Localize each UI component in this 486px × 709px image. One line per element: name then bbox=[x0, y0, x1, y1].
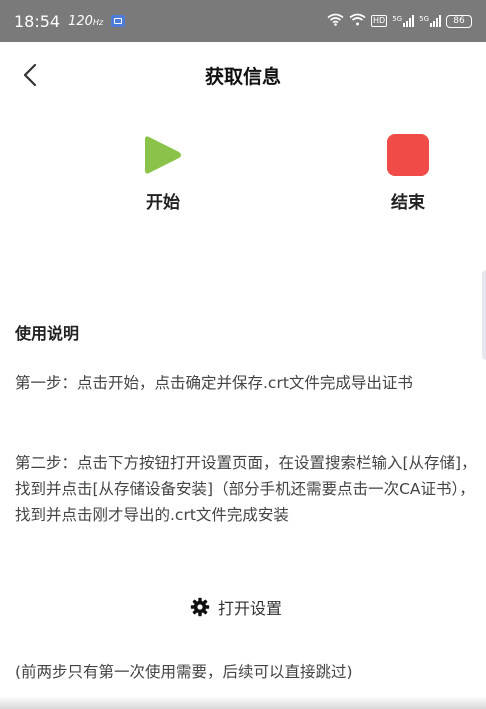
gear-icon bbox=[190, 597, 210, 617]
back-button[interactable] bbox=[12, 57, 48, 93]
end-button[interactable]: 结束 bbox=[363, 133, 453, 213]
start-label: 开始 bbox=[146, 193, 180, 213]
stop-icon bbox=[387, 133, 429, 176]
page-title: 获取信息 bbox=[204, 65, 281, 88]
play-icon bbox=[145, 135, 181, 174]
instruction-step-2: 第二步：点击下方按钮打开设置页面，在设置搜索栏输入[从存储]，找到并点击[从存储… bbox=[15, 454, 477, 524]
side-edge-handle bbox=[482, 270, 486, 360]
footnote: (前两步只有第一次使用需要，后续可以直接跳过) bbox=[15, 663, 353, 681]
refresh-rate: 120Hz bbox=[68, 13, 104, 29]
nav-bar: 获取信息 bbox=[0, 42, 486, 108]
end-label: 结束 bbox=[391, 193, 425, 213]
bottom-cut-off-content bbox=[0, 696, 486, 709]
signal-icon-1: 5G bbox=[392, 15, 415, 27]
hd-icon: HD bbox=[371, 15, 388, 27]
instruction-step-1: 第一步：点击开始，点击确定并保存.crt文件完成导出证书 bbox=[15, 374, 413, 392]
wifi-icon-2 bbox=[349, 13, 366, 30]
status-bar: 18:54 120Hz HD 5G 5G 86 bbox=[0, 0, 486, 42]
screen-record-icon bbox=[111, 15, 126, 27]
battery-icon: 86 bbox=[446, 14, 472, 28]
wifi-icon bbox=[327, 13, 344, 30]
chevron-left-icon bbox=[23, 63, 37, 87]
open-settings-button[interactable]: 打开设置 bbox=[190, 592, 282, 622]
signal-icon-2: 5G bbox=[419, 15, 441, 27]
start-button[interactable]: 开始 bbox=[118, 133, 208, 213]
open-settings-label: 打开设置 bbox=[218, 599, 283, 618]
status-time: 18:54 bbox=[14, 11, 61, 31]
instructions-title: 使用说明 bbox=[15, 324, 80, 343]
